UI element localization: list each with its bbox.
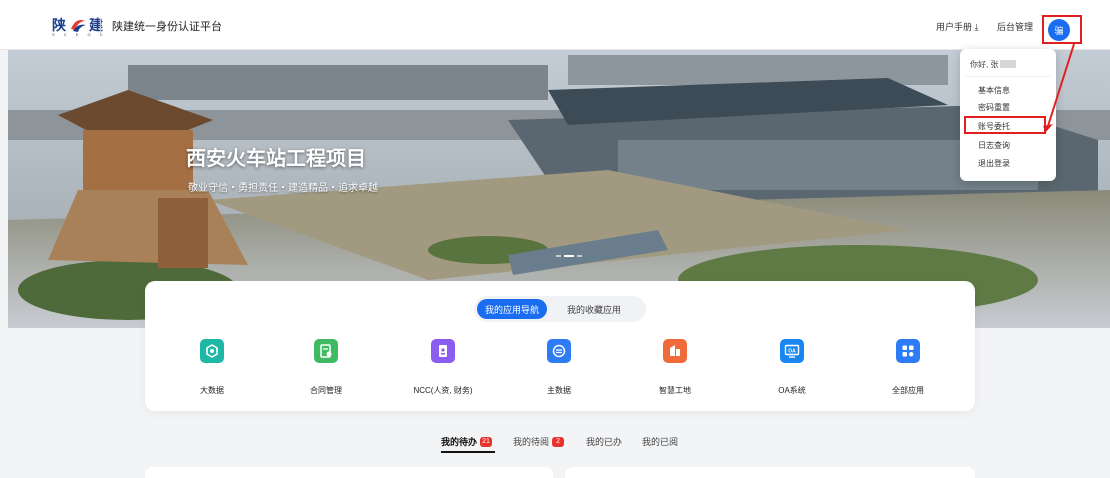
master-data-icon	[547, 339, 571, 363]
tab-my-app-nav[interactable]: 我的应用导航	[477, 299, 547, 319]
tab-label: 我的待阅	[513, 437, 550, 447]
app-label: OA系统	[778, 386, 806, 395]
admin-link[interactable]: 后台管理	[997, 20, 1033, 33]
red-arrow-annotation	[1043, 43, 1075, 132]
todo-count-badge: 21	[480, 436, 493, 447]
user-manual-link[interactable]: 用户手册 ⤓	[936, 20, 978, 33]
company-logo[interactable]: 陕 建 S C E G C	[52, 15, 107, 37]
app-label: 主数据	[547, 386, 571, 395]
user-greeting: 你好, 张	[970, 59, 1017, 70]
tab-my-to-read[interactable]: 我的待阅 2	[513, 435, 565, 448]
app-label: 大数据	[200, 386, 224, 395]
app-label: 全部应用	[892, 386, 924, 395]
to-read-count-badge: 2	[552, 436, 565, 447]
app-master-data[interactable]: 主数据	[529, 339, 589, 396]
menu-item-logout[interactable]: 退出登录	[978, 158, 1010, 169]
secondary-list-card	[565, 467, 975, 478]
logo-subtext: S C E G C	[52, 32, 107, 37]
app-label: NCC(人资, 财务)	[413, 386, 473, 395]
app-all-apps[interactable]: 全部应用	[878, 339, 938, 396]
logo-swoosh-icon	[71, 19, 86, 32]
oa-icon: OA	[780, 339, 804, 363]
banner-subtitle: 敬业守信・勇担责任・建造精品・追求卓越	[188, 183, 378, 194]
task-tabs: 我的待办 21 我的待阅 2 我的已办 我的已阅	[0, 435, 1110, 455]
todo-list-card	[145, 467, 553, 478]
delegation-highlight-box	[964, 116, 1046, 134]
app-ncc[interactable]: NCC(人资, 财务)	[413, 339, 473, 396]
app-contract-management[interactable]: 合同管理	[296, 339, 356, 396]
menu-item-password-reset[interactable]: 密码重置	[978, 102, 1010, 113]
tab-my-favorite-apps[interactable]: 我的收藏应用	[554, 299, 634, 319]
carousel-indicators[interactable]	[556, 255, 582, 257]
app-nav-tabs: 我的应用导航 我的收藏应用	[474, 296, 646, 322]
tab-label: 我的已办	[586, 437, 623, 447]
platform-title: 陕建统一身份认证平台	[112, 21, 222, 33]
carousel-dot[interactable]	[556, 255, 561, 257]
tab-my-read[interactable]: 我的已阅	[642, 435, 678, 448]
app-navigation-panel: 我的应用导航 我的收藏应用 大数据 合同管理 NCC(人资, 财务) 主数据 智…	[145, 281, 975, 411]
all-apps-icon	[896, 339, 920, 363]
app-big-data[interactable]: 大数据	[182, 339, 242, 396]
tab-label: 我的待办	[441, 437, 478, 447]
tab-my-todo[interactable]: 我的待办 21	[441, 435, 493, 448]
tab-my-done[interactable]: 我的已办	[586, 435, 622, 448]
menu-item-log-query[interactable]: 日志查询	[978, 140, 1010, 151]
app-label: 智慧工地	[659, 386, 691, 395]
tab-label: 我的已阅	[642, 437, 679, 447]
carousel-dot-active[interactable]	[564, 255, 574, 257]
contract-icon	[314, 339, 338, 363]
app-label: 合同管理	[310, 386, 342, 395]
smart-site-icon	[663, 339, 687, 363]
banner-title: 西安火车站工程项目	[186, 148, 366, 170]
app-smart-site[interactable]: 智慧工地	[645, 339, 705, 396]
menu-item-basic-info[interactable]: 基本信息	[978, 85, 1010, 96]
blurred-username	[1000, 60, 1017, 68]
big-data-icon	[200, 339, 224, 363]
header-divider	[100, 18, 101, 34]
greeting-text: 你好, 张	[970, 60, 999, 69]
app-oa-system[interactable]: OA OA系统	[762, 339, 822, 396]
user-avatar[interactable]: 骗	[1048, 19, 1070, 41]
top-bar: 陕 建 S C E G C 陕建统一身份认证平台 用户手册 ⤓ 后台管理	[0, 0, 1110, 50]
carousel-dot[interactable]	[577, 255, 582, 257]
menu-divider	[966, 76, 1050, 77]
ncc-icon	[431, 339, 455, 363]
active-tab-underline	[441, 451, 495, 453]
svg-text:OA: OA	[788, 349, 796, 355]
